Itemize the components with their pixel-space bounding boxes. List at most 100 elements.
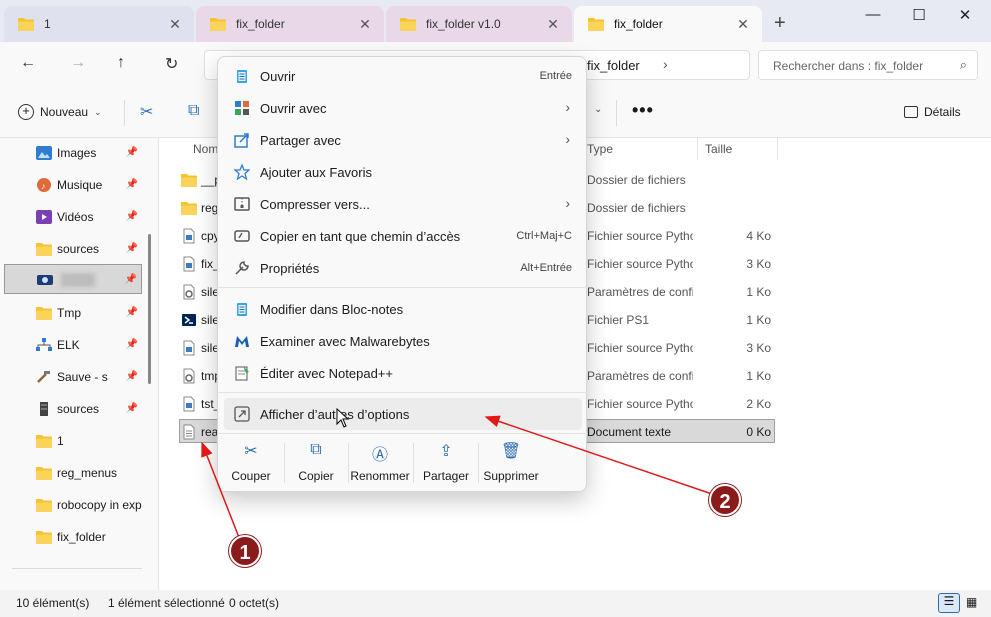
copy-icon: ⧉ [310,441,322,458]
cut-icon[interactable]: ✂ [140,102,153,122]
sidebar-item-sources-server[interactable]: sources 📌 [4,394,142,424]
sidebar-item-fix-folder[interactable]: fix_folder [4,522,142,552]
new-tab-button[interactable]: + [774,12,786,35]
powershell-icon [181,312,197,328]
notepadpp-icon [235,366,249,381]
folder-icon [36,530,52,544]
menu-item-malwarebytes[interactable]: Examiner avec Malwarebytes [224,325,582,357]
tab-4-active[interactable]: fix_folder ✕ [574,6,762,42]
title-bar: 1 ✕ fix_folder ✕ fix_folder v1.0 ✕ fix_f… [0,0,991,42]
pin-icon: 📌 [125,147,138,158]
close-icon[interactable]: ✕ [356,16,374,33]
more-options-button[interactable]: ••• [632,100,654,121]
details-view-icon[interactable]: ☰ [938,593,960,613]
search-icon: ⌕ [959,57,967,72]
quick-action-share[interactable]: ⇪ Partager [414,441,478,483]
navigation-pane: Images 📌 ♪ Musique 📌 Vidéos 📌 sources 📌 … [0,138,158,590]
sidebar-item-1[interactable]: 1 [4,426,142,456]
quick-action-rename[interactable]: Ⓐ Renommer [348,441,412,483]
sidebar-item-reg-menus[interactable]: reg_menus [4,458,142,488]
pin-icon: 📌 [125,243,138,254]
new-button[interactable]: + Nouveau ⌄ [18,104,102,120]
sidebar-item-elk[interactable]: ELK 📌 [4,330,142,360]
breadcrumb[interactable]: fix_folder [587,58,640,73]
back-arrow-icon[interactable]: ← [20,54,36,72]
menu-item-compress[interactable]: Compresser vers... › [224,188,582,220]
tab-label: fix_folder [236,17,285,31]
pin-icon: 📌 [125,307,138,318]
menu-item-share-with[interactable]: Partager avec › [224,124,582,156]
forward-arrow-icon[interactable]: → [70,54,86,72]
menu-item-notepadpp[interactable]: Éditer avec Notepad++ [224,357,582,389]
folder-icon [210,17,226,31]
menu-divider [218,433,588,434]
chevron-down-icon[interactable]: ⌄ [594,104,602,115]
trash-icon: 🗑 [500,443,522,460]
chevron-right-icon: › [565,131,570,147]
sidebar-item-images[interactable]: Images 📌 [4,138,142,168]
refresh-icon[interactable]: ↻ [165,54,178,74]
folder-icon [181,172,197,188]
open-with-icon [235,101,249,115]
copy-path-icon [234,230,250,242]
tab-2[interactable]: fix_folder ✕ [196,6,384,42]
quick-action-delete[interactable]: 🗑 Supprimer [479,441,543,483]
pin-icon: 📌 [125,179,138,190]
pin-icon: 📌 [125,403,138,414]
menu-item-edit-notepad[interactable]: Modifier dans Bloc-notes [224,293,582,325]
menu-item-more-options[interactable]: Afficher d’autres d’options [224,398,582,430]
pin-icon: 📌 [124,274,137,285]
column-header-name[interactable]: Nom [193,142,218,156]
quick-action-cut[interactable]: ✂ Couper [219,441,283,483]
maximize-button[interactable]: ☐ [904,6,934,24]
up-arrow-icon[interactable]: ↑ [117,54,125,72]
sidebar-item-videos[interactable]: Vidéos 📌 [4,202,142,232]
column-header-size[interactable]: Taille [705,142,732,156]
tab-1[interactable]: 1 ✕ [4,6,194,42]
pin-icon: 📌 [125,211,138,222]
column-divider[interactable] [777,138,778,160]
context-menu: Ouvrir Entrée Ouvrir avec › Partager ave… [217,56,588,492]
sidebar-item-sources[interactable]: sources 📌 [4,234,142,264]
quick-action-copy[interactable]: ⧉ Copier [284,441,348,483]
details-button[interactable]: Détails [904,105,961,119]
zip-icon [234,197,250,211]
music-icon: ♪ [37,178,51,192]
folder-icon [36,242,52,256]
sidebar-item-tmp[interactable]: Tmp 📌 [4,298,142,328]
selection-size: 0 octet(s) [229,596,280,610]
close-window-button[interactable]: ✕ [950,6,980,24]
column-header-type[interactable]: Type [587,142,613,156]
tab-3[interactable]: fix_folder v1.0 ✕ [386,6,572,42]
sidebar-scrollbar[interactable] [148,234,151,384]
menu-item-copy-path[interactable]: Copier en tant que chemin d’accès Ctrl+M… [224,220,582,252]
sidebar-item-robocopy[interactable]: robocopy in exp [4,490,142,520]
copy-icon[interactable]: ⧉ [188,102,199,120]
menu-item-properties[interactable]: Propriétés Alt+Entrée [224,252,582,284]
menu-item-add-favorites[interactable]: Ajouter aux Favoris [224,156,582,188]
tab-label: fix_folder v1.0 [426,17,501,31]
close-icon[interactable]: ✕ [544,16,562,33]
share-icon: ⇪ [439,443,453,460]
tiles-view-icon[interactable]: ▦ [966,595,977,609]
search-input[interactable]: Rechercher dans : fix_folder ⌕ [758,50,978,80]
menu-item-open-with[interactable]: Ouvrir avec › [224,92,582,124]
chevron-right-icon[interactable]: › [663,56,668,72]
chevron-right-icon: › [565,99,570,115]
close-icon[interactable]: ✕ [734,16,752,33]
close-icon[interactable]: ✕ [166,16,184,33]
python-file-icon [181,340,197,356]
server-icon [40,402,48,416]
menu-item-open[interactable]: Ouvrir Entrée [224,60,582,92]
sidebar-item-sauve[interactable]: Sauve - s 📌 [4,362,142,392]
column-divider[interactable] [697,138,698,160]
chevron-down-icon: ⌄ [94,106,102,117]
details-pane-icon [904,106,918,118]
annotation-badge-1: 1 [229,535,261,567]
folder-icon [181,200,197,216]
mouse-cursor-icon [336,408,350,428]
sidebar-item-drive[interactable]: 📌 [4,264,142,294]
new-button-label: Nouveau [40,105,89,119]
sidebar-item-music[interactable]: ♪ Musique 📌 [4,170,142,200]
minimize-button[interactable]: — [858,6,888,23]
